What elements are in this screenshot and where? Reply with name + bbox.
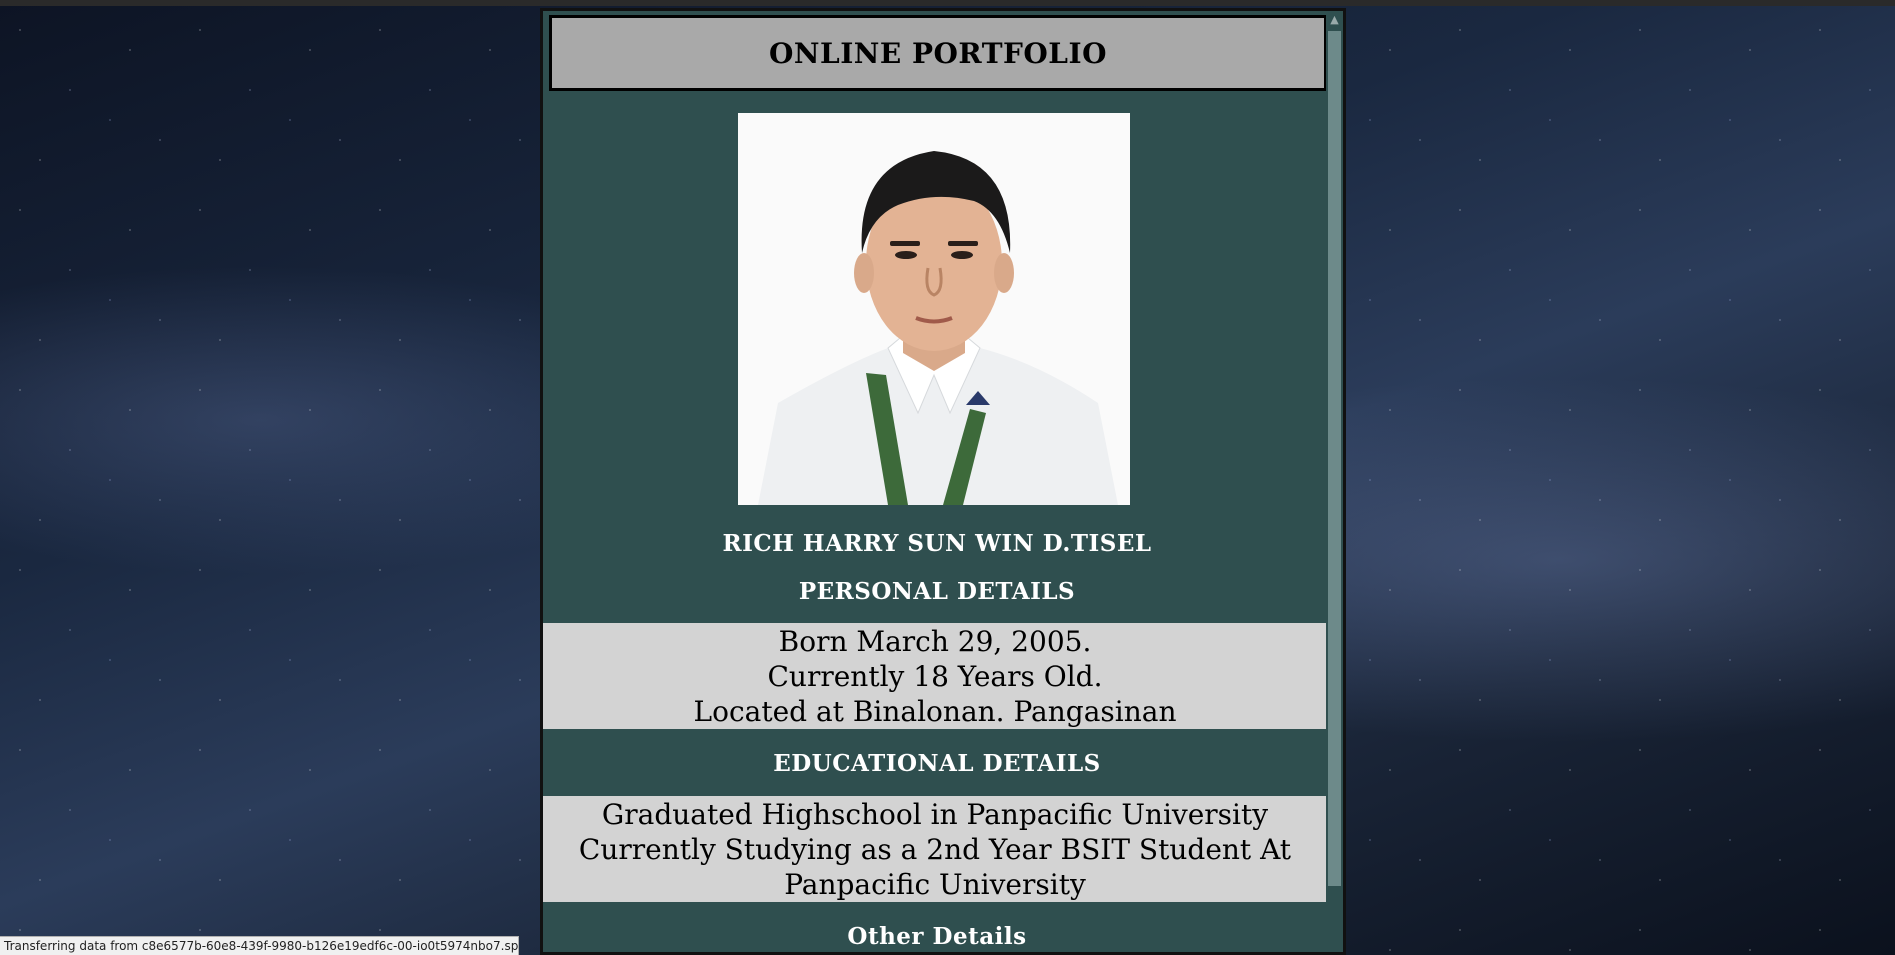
birth-date-text: Born March 29, 2005. [778,624,1092,658]
personal-details-heading: PERSONAL DETAILS [798,578,1076,605]
age-text: Currently 18 Years Old. [767,659,1103,693]
profile-photo [738,113,1130,505]
current-study-text: Currently Studying as a 2nd Year BSIT St… [578,832,1292,866]
browser-status-bar: Transferring data from c8e6577b-60e8-439… [0,936,519,955]
scroll-thumb[interactable] [1328,31,1341,886]
location-text: Located at Binalonan. Pangasinan [693,694,1177,728]
other-details-heading: Other Details [847,923,1027,950]
personal-details-box: Born March 29, 2005. Currently 18 Years … [543,623,1327,729]
vertical-scrollbar[interactable]: ▲ [1326,11,1343,952]
person-icon [738,113,1130,505]
portfolio-panel: ONLINE PORTFOLIO RICH HARRY SUN WIN D.TI… [540,8,1346,955]
portfolio-header: ONLINE PORTFOLIO [549,15,1327,91]
educational-details-box: Graduated Highschool in Panpacific Unive… [543,796,1327,902]
university-text: Panpacific University [784,867,1086,901]
page-title: ONLINE PORTFOLIO [769,36,1107,70]
scroll-up-arrow-icon[interactable]: ▲ [1326,11,1343,29]
highschool-text: Graduated Highschool in Panpacific Unive… [601,797,1269,831]
profile-name: RICH HARRY SUN WIN D.TISEL [722,530,1152,557]
browser-top-edge [0,0,1895,6]
educational-details-heading: EDUCATIONAL DETAILS [773,750,1101,777]
